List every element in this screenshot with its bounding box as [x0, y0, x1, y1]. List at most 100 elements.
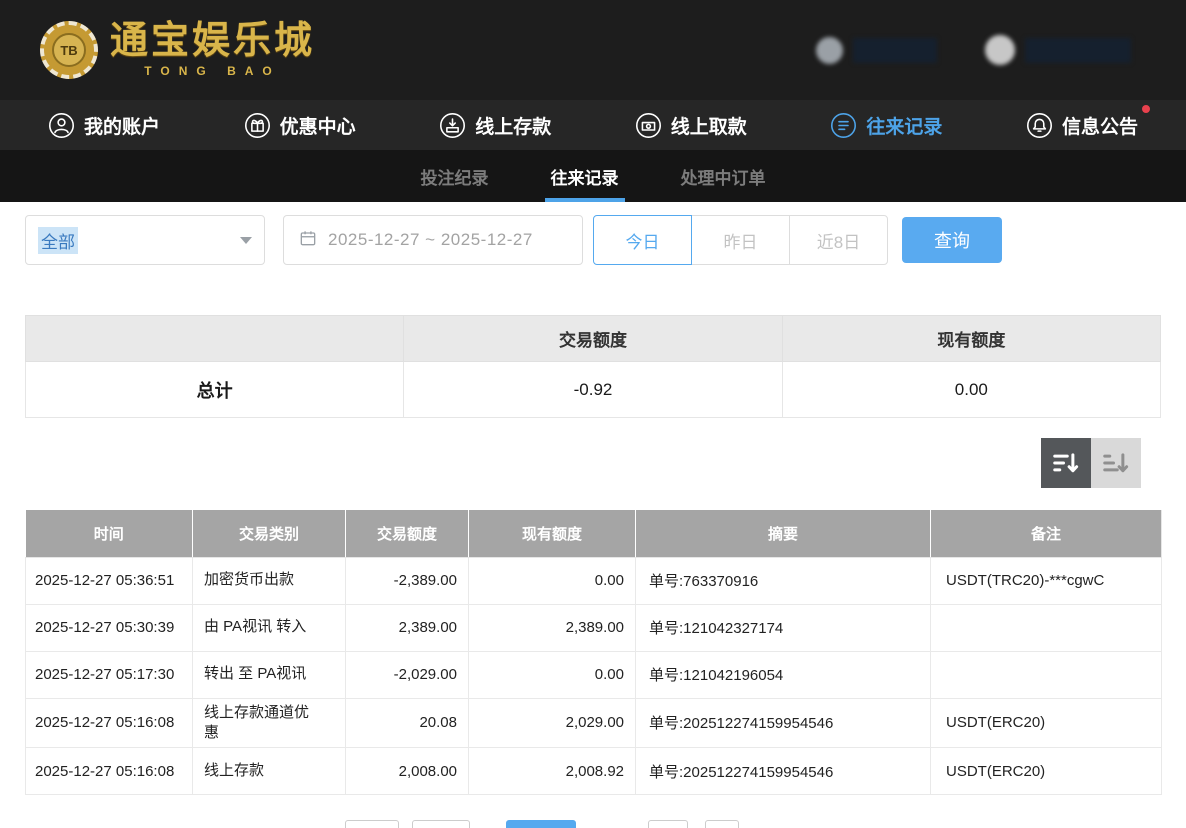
redacted-balance — [853, 38, 937, 63]
cell-note — [931, 604, 1162, 651]
nav-item-announcements[interactable]: 信息公告 — [1026, 112, 1138, 139]
nav-item-withdraw[interactable]: 线上取款 — [635, 112, 747, 139]
pagination-button[interactable] — [412, 820, 470, 828]
quick-btn-yesterday[interactable]: 昨日 — [691, 215, 790, 265]
date-range-input[interactable]: 2025-12-27 ~ 2025-12-27 — [283, 215, 583, 265]
cell-time: 2025-12-27 05:17:30 — [26, 651, 193, 698]
query-button[interactable]: 查询 — [902, 217, 1002, 263]
balance-group-redacted[interactable] — [816, 37, 937, 64]
cell-time: 2025-12-27 05:16:08 — [26, 748, 193, 795]
brand-logo[interactable]: TB 通宝娱乐城 TONG BAO — [40, 21, 315, 79]
cell-type: 加密货币出款 — [193, 557, 346, 604]
cell-amount: 2,389.00 — [346, 604, 469, 651]
cell-amount: 2,008.00 — [346, 748, 469, 795]
cell-note — [931, 651, 1162, 698]
cell-note: USDT(ERC20) — [931, 698, 1162, 748]
cell-amount: 20.08 — [346, 698, 469, 748]
records-table: 时间 交易类别 交易额度 现有额度 摘要 备注 2025-12-27 05:36… — [25, 510, 1162, 795]
cell-note: USDT(TRC20)-***cgwC — [931, 557, 1162, 604]
pagination-button-active[interactable] — [506, 820, 576, 828]
header-note: 备注 — [931, 510, 1162, 557]
quick-btn-today[interactable]: 今日 — [593, 215, 692, 265]
quick-btn-last8days[interactable]: 近8日 — [789, 215, 888, 265]
nav-item-my-account[interactable]: 我的账户 — [48, 112, 160, 139]
cell-balance: 2,029.00 — [469, 698, 636, 748]
cell-balance: 0.00 — [469, 557, 636, 604]
nav-label: 信息公告 — [1062, 112, 1138, 139]
brand-subtitle: TONG BAO — [144, 64, 280, 78]
nav-item-records[interactable]: 往来记录 — [830, 112, 942, 139]
records-header-row: 时间 交易类别 交易额度 现有额度 摘要 备注 — [26, 510, 1162, 557]
summary-total-amount: -0.92 — [404, 362, 782, 418]
sort-descending-button[interactable] — [1041, 438, 1091, 488]
top-bar: TB 通宝娱乐城 TONG BAO — [0, 0, 1186, 100]
summary-total-row: 总计 -0.92 0.00 — [26, 362, 1161, 418]
account-group-redacted[interactable] — [985, 35, 1131, 65]
summary-total-balance: 0.00 — [782, 362, 1160, 418]
cell-time: 2025-12-27 05:36:51 — [26, 557, 193, 604]
user-avatar-icon — [985, 35, 1015, 65]
header-type: 交易类别 — [193, 510, 346, 557]
brand-name: 通宝娱乐城 — [110, 22, 315, 62]
summary-header-row: 交易额度 现有额度 — [26, 316, 1161, 362]
tab-transaction-records[interactable]: 往来记录 — [549, 150, 621, 202]
cell-amount: -2,389.00 — [346, 557, 469, 604]
type-select-value: 全部 — [38, 227, 78, 254]
tab-pending-orders[interactable]: 处理中订单 — [679, 150, 768, 202]
cell-summary: 单号:121042327174 — [636, 604, 931, 651]
date-range-value: 2025-12-27 ~ 2025-12-27 — [328, 230, 533, 250]
summary-total-label: 总计 — [26, 362, 404, 418]
tab-bet-records[interactable]: 投注纪录 — [419, 150, 491, 202]
nav-item-deposit[interactable]: 线上存款 — [439, 112, 551, 139]
pagination-button[interactable] — [345, 820, 399, 828]
main-nav: 我的账户 优惠中心 线上存款 线上取款 往来记录 — [0, 100, 1186, 150]
chip-monogram: TB — [52, 33, 86, 67]
cell-summary: 单号:202512274159954546 — [636, 698, 931, 748]
sort-ascending-button[interactable] — [1091, 438, 1141, 488]
cell-time: 2025-12-27 05:16:08 — [26, 698, 193, 748]
brand-text: 通宝娱乐城 TONG BAO — [110, 22, 315, 78]
cell-summary: 单号:121042196054 — [636, 651, 931, 698]
page: TB 通宝娱乐城 TONG BAO 我的账户 — [0, 0, 1186, 828]
cell-time: 2025-12-27 05:30:39 — [26, 604, 193, 651]
cell-note: USDT(ERC20) — [931, 748, 1162, 795]
user-icon — [48, 112, 75, 139]
coin-icon — [816, 37, 843, 64]
sort-desc-icon — [1051, 448, 1081, 478]
cell-summary: 单号:202512274159954546 — [636, 748, 931, 795]
nav-label: 我的账户 — [84, 112, 160, 139]
cell-amount: -2,029.00 — [346, 651, 469, 698]
cell-balance: 2,008.92 — [469, 748, 636, 795]
pagination — [345, 820, 739, 828]
cell-balance: 0.00 — [469, 651, 636, 698]
redacted-username — [1025, 38, 1131, 63]
type-select[interactable]: 全部 — [25, 215, 265, 265]
deposit-icon — [439, 112, 466, 139]
nav-label: 优惠中心 — [280, 112, 356, 139]
poker-chip-icon: TB — [40, 21, 98, 79]
header-balance: 现有额度 — [469, 510, 636, 557]
nav-label: 往来记录 — [866, 112, 942, 139]
nav-label: 线上取款 — [671, 112, 747, 139]
calendar-icon — [298, 228, 318, 253]
sub-nav: 投注纪录 往来记录 处理中订单 — [0, 150, 1186, 202]
pagination-button[interactable] — [705, 820, 739, 828]
table-row: 2025-12-27 05:30:39 由 PA视讯 转入 2,389.00 2… — [26, 604, 1162, 651]
cell-type: 由 PA视讯 转入 — [193, 604, 346, 651]
chevron-down-icon — [240, 237, 252, 244]
sort-controls — [0, 438, 1141, 488]
nav-item-promotions[interactable]: 优惠中心 — [244, 112, 356, 139]
pagination-button[interactable] — [648, 820, 688, 828]
table-row: 2025-12-27 05:17:30 转出 至 PA视讯 -2,029.00 … — [26, 651, 1162, 698]
cell-type: 转出 至 PA视讯 — [193, 651, 346, 698]
cell-type: 线上存款通道优惠 — [193, 698, 346, 748]
quick-date-group: 今日 昨日 近8日 — [593, 215, 888, 265]
header-amount: 交易额度 — [346, 510, 469, 557]
notification-badge — [1142, 105, 1150, 113]
summary-header-balance: 现有额度 — [782, 316, 1160, 362]
table-row: 2025-12-27 05:16:08 线上存款通道优惠 20.08 2,029… — [26, 698, 1162, 748]
summary-header-amount: 交易额度 — [404, 316, 782, 362]
cell-balance: 2,389.00 — [469, 604, 636, 651]
nav-label: 线上存款 — [475, 112, 551, 139]
cell-summary: 单号:763370916 — [636, 557, 931, 604]
